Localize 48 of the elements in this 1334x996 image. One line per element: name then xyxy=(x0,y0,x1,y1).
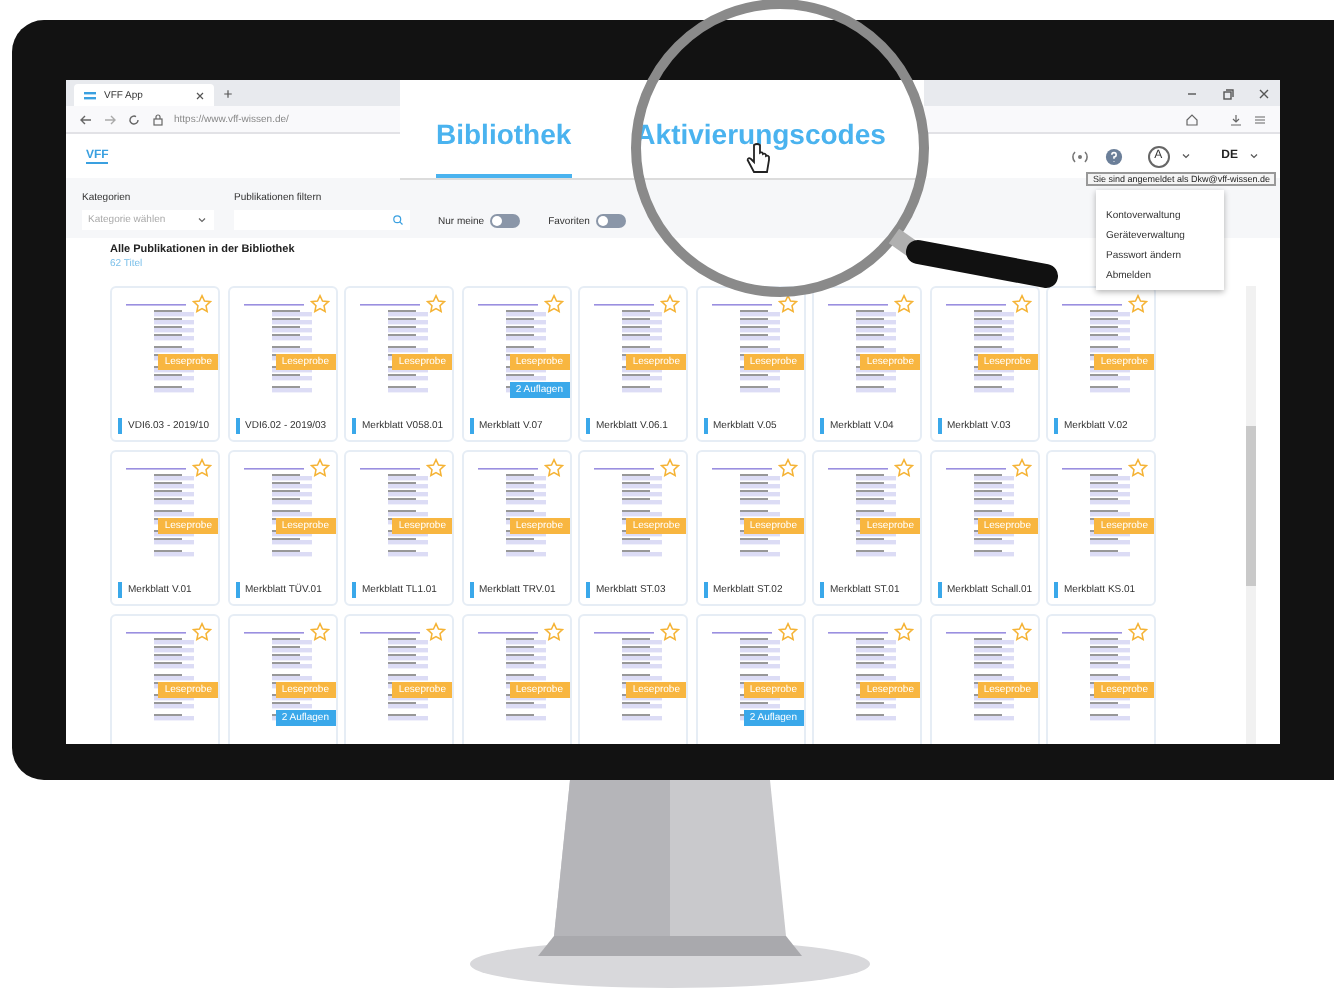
star-icon[interactable] xyxy=(426,294,446,314)
star-icon[interactable] xyxy=(894,294,914,314)
star-icon[interactable] xyxy=(426,622,446,642)
star-icon[interactable] xyxy=(777,622,797,642)
star-icon[interactable] xyxy=(192,294,212,314)
star-icon[interactable] xyxy=(894,622,914,642)
reload-icon[interactable] xyxy=(126,111,142,127)
back-icon[interactable] xyxy=(78,111,94,127)
star-icon[interactable] xyxy=(660,622,680,642)
help-icon[interactable] xyxy=(1101,147,1126,165)
star-icon[interactable] xyxy=(543,294,563,314)
close-icon[interactable] xyxy=(194,89,206,101)
star-icon[interactable] xyxy=(543,458,563,478)
star-icon[interactable] xyxy=(192,458,212,478)
menu-icon[interactable] xyxy=(1252,111,1268,127)
star-icon[interactable] xyxy=(192,622,212,642)
chevron-down-icon[interactable] xyxy=(1179,150,1192,162)
star-icon[interactable] xyxy=(1128,622,1148,642)
close-icon[interactable] xyxy=(1256,85,1272,101)
star-icon[interactable] xyxy=(309,622,329,642)
star-icon[interactable] xyxy=(1011,622,1031,642)
star-icon[interactable] xyxy=(660,458,680,478)
chevron-down-icon[interactable] xyxy=(1248,150,1260,162)
star-icon[interactable] xyxy=(426,458,446,478)
star-icon[interactable] xyxy=(777,294,797,314)
star-icon[interactable] xyxy=(894,458,914,478)
star-icon[interactable] xyxy=(1128,458,1148,478)
star-icon[interactable] xyxy=(777,458,797,478)
plus-icon[interactable] xyxy=(222,87,234,99)
restore-icon[interactable] xyxy=(1220,85,1236,101)
download-icon[interactable] xyxy=(1228,111,1244,127)
lock-icon xyxy=(150,111,166,127)
search-field[interactable] xyxy=(234,210,410,230)
toggle-switch[interactable] xyxy=(595,214,626,228)
star-icon[interactable] xyxy=(543,622,563,642)
search-icon[interactable] xyxy=(392,214,404,226)
chevron-down-icon[interactable] xyxy=(196,214,208,226)
toggle-switch[interactable] xyxy=(490,214,521,228)
star-icon[interactable] xyxy=(309,458,329,478)
star-icon[interactable] xyxy=(1011,458,1031,478)
star-icon[interactable] xyxy=(1128,294,1148,314)
broadcast-icon[interactable] xyxy=(1067,147,1092,165)
star-icon[interactable] xyxy=(1011,294,1031,314)
app-icon xyxy=(82,87,98,103)
forward-icon[interactable] xyxy=(102,111,118,127)
star-icon[interactable] xyxy=(309,294,329,314)
home-icon[interactable] xyxy=(1184,111,1200,127)
star-icon[interactable] xyxy=(660,294,680,314)
